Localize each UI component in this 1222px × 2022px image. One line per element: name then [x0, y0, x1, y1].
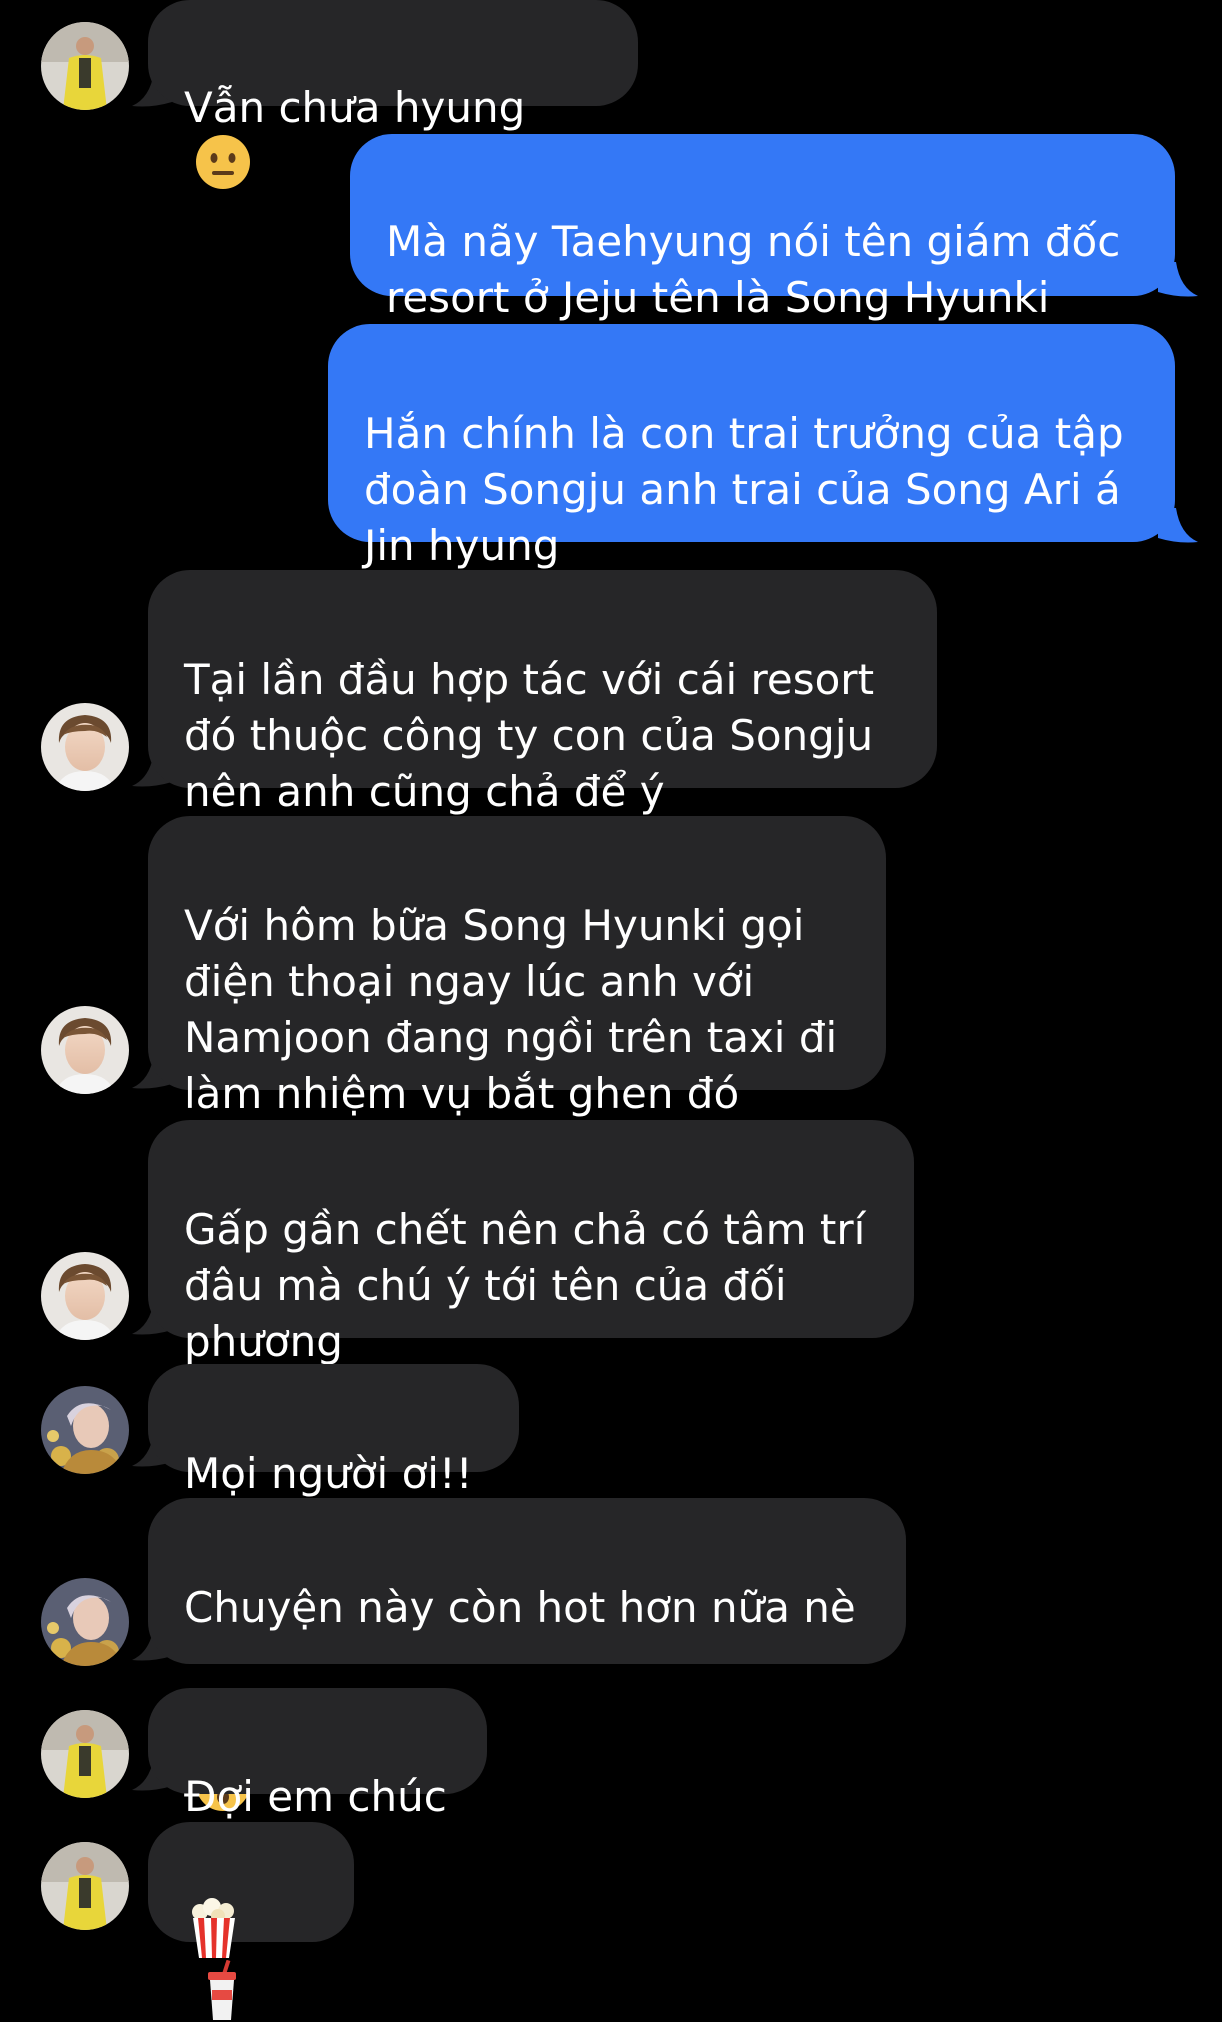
- cup-with-straw-icon: [208, 1960, 236, 2020]
- avatar-yellow-suit[interactable]: [41, 1842, 129, 1930]
- message-bubble[interactable]: [148, 1822, 354, 2020]
- popcorn-icon: [192, 1898, 235, 1958]
- message-row: [0, 0, 1222, 2020]
